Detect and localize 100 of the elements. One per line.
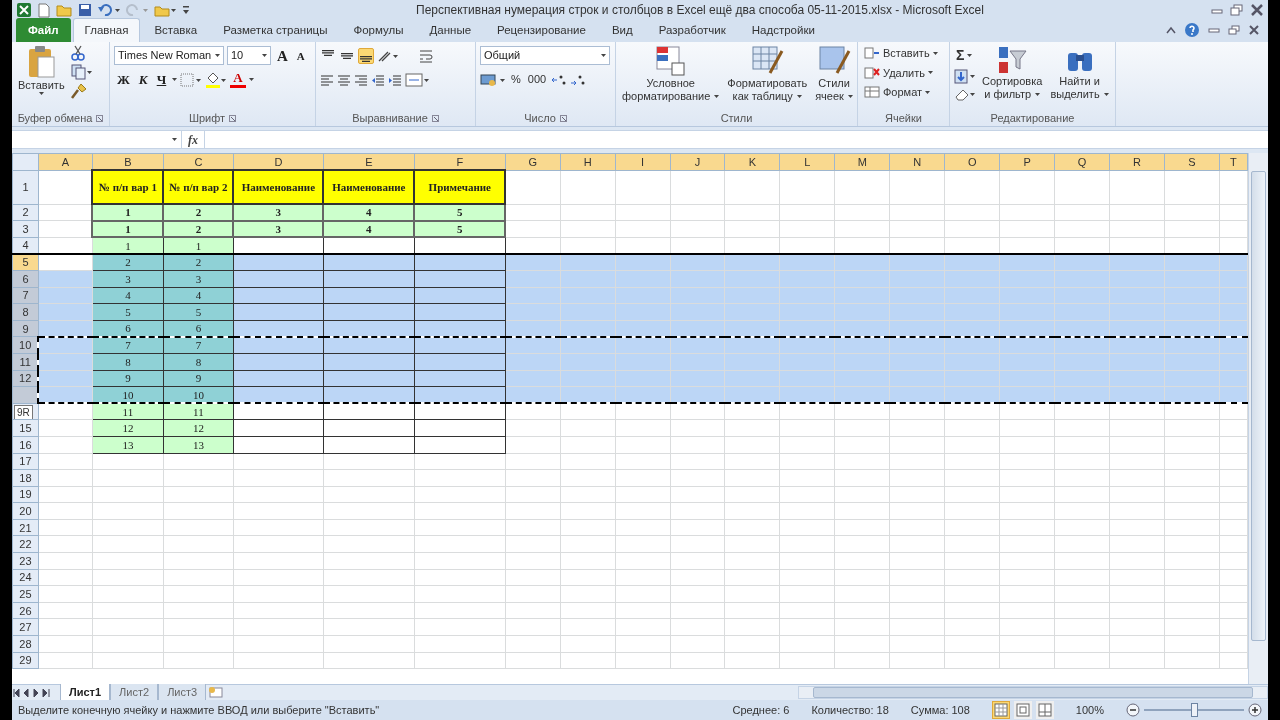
merge-cells-icon[interactable] (405, 72, 429, 87)
borders-icon[interactable] (180, 72, 203, 87)
align-text-icon[interactable] (354, 73, 368, 86)
row-header[interactable]: 5 (12, 253, 39, 271)
dialog-launcher-icon[interactable] (559, 115, 567, 122)
view-button[interactable] (1013, 701, 1032, 719)
styles-button[interactable]: Условное форматирование (620, 45, 722, 111)
ribbon-tab[interactable]: Разметка страницы (211, 17, 340, 42)
column-header[interactable]: S (1164, 153, 1220, 171)
editing-button[interactable]: Сортировка и фильтр (980, 45, 1045, 111)
decrease-indent-icon[interactable] (371, 73, 385, 86)
zoom-in-icon[interactable] (1248, 703, 1262, 717)
column-header[interactable]: K (725, 153, 780, 171)
wrap-text-icon[interactable] (419, 48, 435, 63)
view-button[interactable] (1035, 701, 1054, 719)
collapse-ribbon-icon[interactable] (1166, 26, 1176, 34)
paste-button[interactable]: Вставить (16, 45, 67, 111)
restore-icon[interactable] (1230, 4, 1244, 16)
vertical-scrollbar[interactable] (1248, 153, 1268, 684)
ribbon-tab[interactable]: Разработчик (646, 17, 738, 42)
table-cell: Наименование (323, 170, 415, 205)
close-icon[interactable] (1250, 4, 1264, 16)
eraser-icon[interactable] (954, 87, 976, 102)
customize-menu-icon[interactable] (182, 5, 190, 15)
italic-button[interactable]: К (135, 70, 151, 89)
percent-button[interactable]: % (509, 71, 523, 88)
caret-icon (38, 92, 44, 95)
copy-icon[interactable] (70, 64, 93, 80)
ribbon-tab[interactable]: Рецензирование (485, 17, 598, 42)
slider-thumb[interactable] (1191, 703, 1198, 717)
column-header[interactable]: O (944, 153, 1000, 171)
grow-font-button[interactable]: A (274, 46, 291, 65)
bold-button[interactable]: Ж (114, 70, 133, 89)
new-document-icon[interactable] (38, 2, 50, 18)
close-icon[interactable] (1248, 25, 1260, 35)
table-cell: 11 (92, 403, 164, 420)
scissors-icon[interactable] (70, 45, 85, 61)
selected-cell (889, 253, 945, 271)
vertical-align-button[interactable] (358, 47, 374, 64)
align-text-icon[interactable] (337, 73, 351, 86)
underline-button[interactable]: Ч (153, 70, 170, 89)
column-header[interactable]: T (1219, 153, 1248, 171)
format-cells-icon (864, 85, 880, 100)
minimize-icon[interactable] (1208, 25, 1220, 35)
column-header[interactable]: N (889, 153, 945, 171)
caret-icon (847, 95, 853, 98)
fill-color-icon[interactable] (205, 71, 228, 88)
column-header[interactable]: R (1109, 153, 1165, 171)
table-cell: 7 (163, 336, 234, 354)
ribbon-tab[interactable]: Данные (417, 17, 484, 42)
column-header[interactable]: A (38, 153, 93, 171)
cells-button[interactable]: Вставить (862, 45, 940, 62)
fill-down-icon[interactable] (954, 69, 976, 84)
column-header[interactable]: I (615, 153, 671, 171)
currency-format-icon[interactable] (480, 72, 506, 87)
styles-button[interactable]: Стили ячеек (813, 45, 855, 111)
ribbon-tab[interactable]: Вставка (142, 17, 210, 42)
folder-icon[interactable] (154, 3, 176, 17)
dialog-launcher-icon[interactable] (229, 115, 237, 122)
insert-function-button[interactable]: fx (188, 130, 198, 149)
column-header[interactable]: H (560, 153, 616, 171)
restore-icon[interactable] (1228, 25, 1240, 35)
zoom-level[interactable]: 100% (1075, 701, 1104, 719)
cells-button[interactable]: Формат (862, 84, 940, 101)
file-tab[interactable]: Файл (16, 17, 71, 42)
horizontal-scrollbar[interactable] (798, 686, 1268, 699)
selected-cell (505, 253, 561, 271)
ribbon-tab[interactable]: Надстройки (739, 17, 827, 42)
shrink-font-button[interactable]: A (293, 46, 308, 65)
column-header[interactable]: M (834, 153, 890, 171)
help-icon[interactable] (1184, 22, 1200, 38)
font-name-field[interactable]: Times New Roman (114, 46, 224, 65)
align-text-icon[interactable] (320, 73, 334, 86)
styles-button[interactable]: Форматировать как таблицу (725, 45, 810, 111)
column-header[interactable]: Q (1054, 153, 1110, 171)
caret-icon (1103, 93, 1109, 96)
cells-button[interactable]: Удалить (862, 64, 940, 81)
column-header[interactable]: P (999, 153, 1055, 171)
font-size-field[interactable]: 10 (227, 46, 271, 65)
dialog-launcher-icon[interactable] (431, 115, 439, 122)
row-header[interactable]: 1 (12, 170, 39, 205)
dialog-launcher-icon[interactable] (96, 115, 104, 122)
editing-button[interactable]: Найти и выделить (1048, 45, 1111, 111)
ribbon-tab[interactable]: Формулы (341, 17, 416, 42)
view-button[interactable] (991, 701, 1010, 719)
caret-icon (714, 95, 720, 98)
save-icon[interactable] (78, 3, 92, 17)
column-header[interactable]: L (779, 153, 835, 171)
increase-indent-icon[interactable] (388, 73, 402, 86)
thousands-separator-button[interactable]: 000 (525, 71, 549, 88)
ribbon-tab[interactable]: Вид (599, 17, 645, 42)
column-header[interactable]: G (505, 153, 561, 171)
column-header[interactable]: J (670, 153, 725, 171)
ribbon-tab[interactable]: Главная (72, 17, 141, 42)
font-color-button[interactable]: A (230, 71, 246, 88)
autosum-button[interactable]: Σ (954, 45, 976, 66)
zoom-out-icon[interactable] (1126, 703, 1140, 717)
undo-icon[interactable] (98, 4, 120, 16)
number-format-field[interactable]: Общий (480, 46, 610, 65)
format-painter-icon[interactable] (70, 83, 87, 99)
